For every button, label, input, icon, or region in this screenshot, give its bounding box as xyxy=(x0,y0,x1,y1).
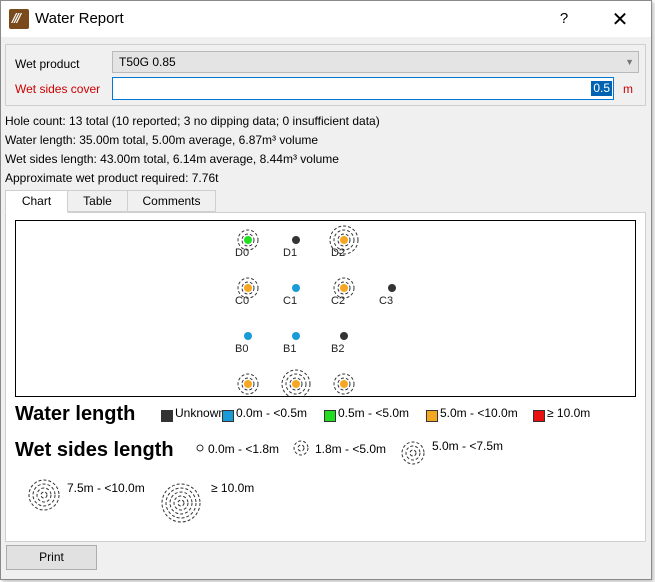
water-length-text: Water length: 35.00m total, 5.00m averag… xyxy=(5,133,319,147)
hole-marker[interactable] xyxy=(281,369,311,397)
water-report-window: /// Water Report ? ✕ Wet product T50G 0.… xyxy=(0,0,652,580)
hole-label: C2 xyxy=(331,295,345,307)
bottom-bar: Print xyxy=(1,543,651,579)
help-button[interactable]: ? xyxy=(552,7,576,31)
wet-sides-ring xyxy=(173,495,189,511)
window-title: Water Report xyxy=(35,10,124,27)
hole-dot xyxy=(340,284,348,292)
hole-label: D1 xyxy=(283,247,297,259)
hole-dot xyxy=(388,284,396,292)
wet-legend-label: 5.0m - <7.5m xyxy=(432,439,504,453)
wet-legend-label: 7.5m - <10.0m xyxy=(67,481,145,495)
wet-sides-cover-label: Wet sides cover xyxy=(15,82,101,96)
wet-sides-ring xyxy=(32,483,56,507)
hole-marker[interactable]: C1 xyxy=(283,284,300,307)
hole-marker[interactable]: D1 xyxy=(283,236,300,259)
wet-legend-rings-icon xyxy=(28,479,60,511)
wet-product-label: Wet product xyxy=(15,57,80,71)
wet-legend-rings-icon xyxy=(401,441,425,465)
hole-dot xyxy=(340,236,348,244)
tab-table[interactable]: Table xyxy=(67,190,128,212)
hole-marker[interactable]: B0 xyxy=(235,332,252,355)
hole-marker[interactable] xyxy=(333,373,355,395)
hole-marker[interactable]: D2 xyxy=(329,225,359,259)
wet-sides-ring xyxy=(409,449,417,457)
hole-marker[interactable]: B2 xyxy=(331,332,348,355)
water-length-legend-title: Water length xyxy=(15,403,136,425)
wet-sides-length-text: Wet sides length: 43.00m total, 6.14m av… xyxy=(5,152,339,166)
wet-product-value: T50G 0.85 xyxy=(119,55,176,69)
wet-legend-label: 1.8m - <5.0m xyxy=(315,442,387,456)
tab-chart[interactable]: Chart xyxy=(5,190,68,213)
hole-label: C1 xyxy=(283,295,297,307)
wet-sides-ring xyxy=(161,483,201,523)
hole-marker[interactable]: C3 xyxy=(379,284,396,307)
wet-sides-ring xyxy=(169,491,193,515)
title-bar: /// Water Report ? ✕ xyxy=(1,1,651,37)
water-legend-label: 0.5m - <5.0m xyxy=(338,406,410,420)
hole-dot xyxy=(340,332,348,340)
wet-sides-legend-title: Wet sides length xyxy=(15,439,174,461)
wet-sides-cover-input[interactable]: 0.5 xyxy=(112,77,614,100)
wet-sides-ring xyxy=(405,445,421,461)
water-legend-label: 5.0m - <10.0m xyxy=(440,406,518,420)
hole-dot xyxy=(292,332,300,340)
hole-dot xyxy=(244,284,252,292)
hole-marker[interactable]: B1 xyxy=(283,332,300,355)
wet-product-required-text: Approximate wet product required: 7.76t xyxy=(5,171,219,185)
chart-tab-panel: D0 D1 D2 C0 C1 C2 C3 B0 B1 B2 Water length Unknow… xyxy=(5,212,646,542)
hole-dot xyxy=(244,332,252,340)
hole-marker[interactable]: C2 xyxy=(331,277,355,307)
water-legend-swatch xyxy=(533,410,545,422)
hole-dot xyxy=(244,236,252,244)
hole-chart: D0 D1 D2 C0 C1 C2 C3 B0 B1 B2 xyxy=(15,220,636,397)
wet-sides-ring xyxy=(293,440,309,456)
wet-sides-ring xyxy=(36,487,52,503)
hole-label: C3 xyxy=(379,295,393,307)
wet-product-select[interactable]: T50G 0.85 ▼ xyxy=(112,51,639,73)
wet-sides-ring xyxy=(40,491,48,499)
hole-dot xyxy=(244,380,252,388)
hole-label: B1 xyxy=(283,343,296,355)
hole-label: B0 xyxy=(235,343,248,355)
wet-sides-ring xyxy=(297,444,305,452)
wet-sides-ring xyxy=(177,499,185,507)
wet-legend-rings-icon xyxy=(161,483,201,523)
hole-marker[interactable]: D0 xyxy=(235,229,259,259)
hole-dot xyxy=(292,284,300,292)
hole-dot xyxy=(340,380,348,388)
hole-label: D2 xyxy=(331,247,345,259)
hole-count-text: Hole count: 13 total (10 reported; 3 no … xyxy=(5,114,380,128)
hole-marker[interactable]: C0 xyxy=(235,277,259,307)
tab-comments[interactable]: Comments xyxy=(127,190,216,212)
hole-marker[interactable] xyxy=(237,373,259,395)
wet-legend-label: 0.0m - <1.8m xyxy=(208,442,280,456)
wet-sides-cover-unit: m xyxy=(623,82,633,96)
wet-sides-cover-value[interactable]: 0.5 xyxy=(591,81,612,96)
hole-dot xyxy=(292,380,300,388)
hole-chart-svg: D0 D1 D2 C0 C1 C2 C3 B0 B1 B2 xyxy=(235,225,396,397)
print-button[interactable]: Print xyxy=(6,545,97,570)
water-legend-label: ≥ 10.0m xyxy=(547,406,591,420)
wet-sides-ring xyxy=(401,441,425,465)
wet-legend-label: ≥ 10.0m xyxy=(211,481,255,495)
close-button[interactable]: ✕ xyxy=(605,6,635,32)
hole-dot xyxy=(292,236,300,244)
settings-group: Wet product T50G 0.85 ▼ Wet sides cover … xyxy=(5,44,646,106)
wet-sides-ring xyxy=(196,444,204,452)
water-legend-swatch xyxy=(426,410,438,422)
chevron-down-icon[interactable]: ▼ xyxy=(625,52,634,72)
hole-label: D0 xyxy=(235,247,249,259)
app-logo-icon: /// xyxy=(9,9,29,29)
hole-label: B2 xyxy=(331,343,344,355)
hole-label: C0 xyxy=(235,295,249,307)
